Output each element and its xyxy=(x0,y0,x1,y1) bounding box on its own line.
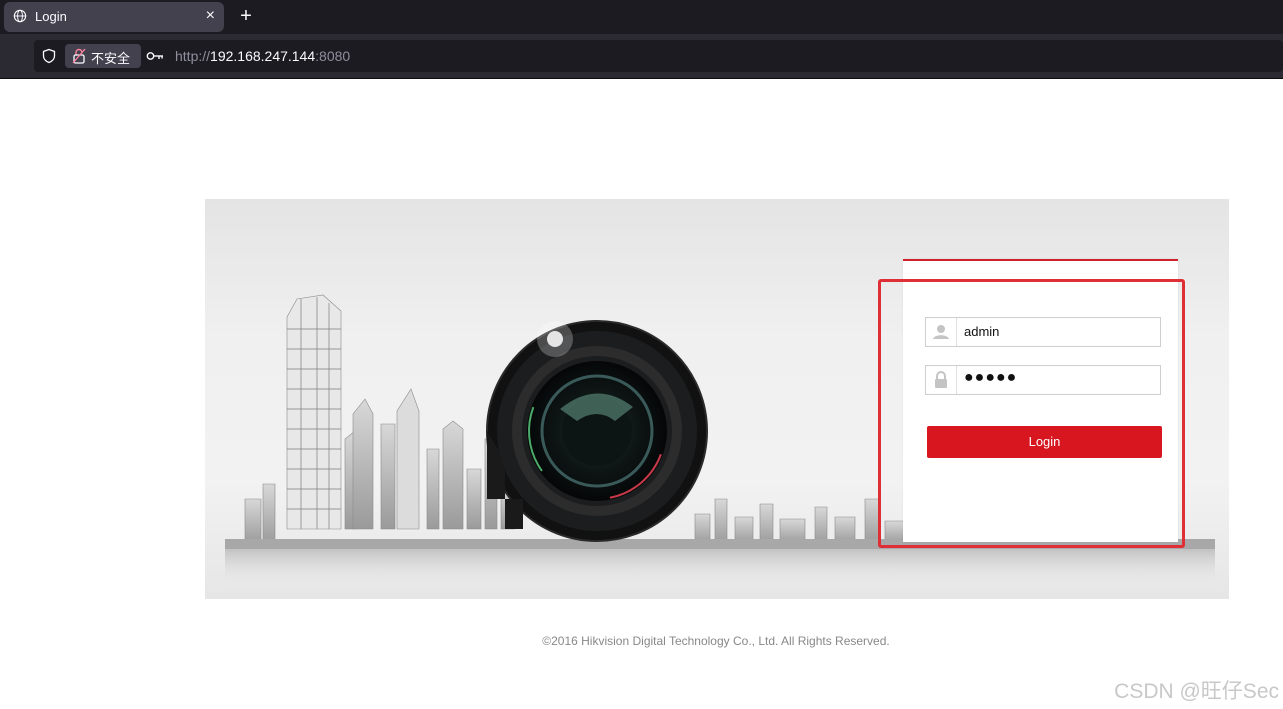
shield-icon[interactable] xyxy=(41,48,57,64)
insecure-label: 不安全 xyxy=(91,51,131,66)
url-bar[interactable]: 不安全 http://192.168.247.144:8080 xyxy=(34,40,1283,72)
close-icon[interactable]: × xyxy=(206,7,215,25)
url-prefix: http:// xyxy=(175,48,211,64)
url-port: :8080 xyxy=(315,48,351,64)
insecure-badge[interactable]: 不安全 xyxy=(65,44,141,68)
globe-icon xyxy=(13,9,27,23)
tab-title: Login xyxy=(35,9,67,24)
tab-bar: Login × + xyxy=(0,0,1283,34)
copyright-text: ©2016 Hikvision Digital Technology Co., … xyxy=(542,634,890,648)
footer: ©2016 Hikvision Digital Technology Co., … xyxy=(0,634,1283,648)
url-host: 192.168.247.144 xyxy=(210,48,316,64)
highlight-box xyxy=(878,279,1185,548)
key-icon[interactable] xyxy=(146,49,164,63)
plus-icon[interactable]: + xyxy=(235,4,257,28)
watermark: CSDN @旺仔Sec xyxy=(1114,680,1279,703)
nav-bar: 不安全 http://192.168.247.144:8080 xyxy=(0,34,1283,79)
browser-tab[interactable]: Login × xyxy=(4,2,224,32)
url-text[interactable]: http://192.168.247.144:8080 xyxy=(175,48,350,64)
camera-lens-illustration xyxy=(486,320,708,542)
lock-icon xyxy=(72,48,86,64)
